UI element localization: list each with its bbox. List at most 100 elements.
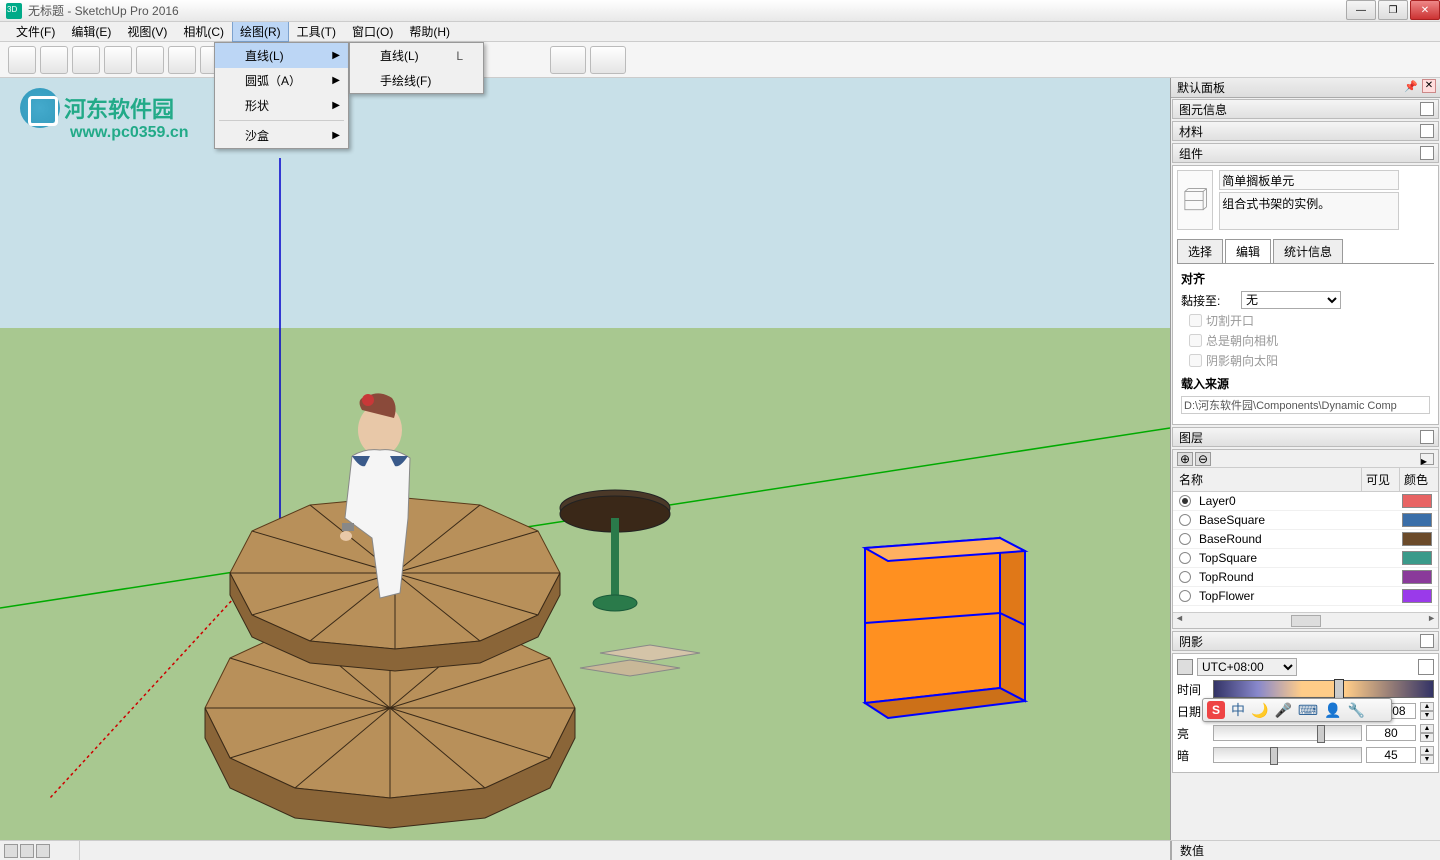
section-component[interactable]: 组件: [1172, 143, 1439, 163]
maximize-button[interactable]: ❐: [1378, 0, 1408, 20]
viewport-3d[interactable]: 河东软件园 www.pc0359.cn: [0, 78, 1170, 860]
menu-edit[interactable]: 编辑(E): [63, 21, 119, 42]
delete-layer-button[interactable]: ⊖: [1195, 452, 1211, 466]
menu-help[interactable]: 帮助(H): [401, 21, 458, 42]
sogou-logo-icon: S: [1207, 701, 1225, 719]
tab-select[interactable]: 选择: [1177, 239, 1223, 263]
layer-radio[interactable]: [1179, 514, 1191, 526]
date-spinner[interactable]: ▲▼: [1420, 702, 1434, 720]
bright-label: 亮: [1177, 725, 1209, 742]
dark-label: 暗: [1177, 747, 1209, 764]
layer-radio[interactable]: [1179, 533, 1191, 545]
layer-row[interactable]: TopRound: [1173, 568, 1438, 587]
layer-color-swatch[interactable]: [1402, 513, 1432, 527]
submenu-item-freehand[interactable]: 手绘线(F): [350, 68, 483, 93]
dropdown-item-sandbox[interactable]: 沙盒▶: [215, 123, 348, 148]
tool-button[interactable]: [104, 46, 132, 74]
timezone-select[interactable]: UTC+08:00: [1197, 658, 1297, 676]
ime-mic-icon[interactable]: 🎤: [1274, 702, 1291, 719]
layer-row[interactable]: TopFlower: [1173, 587, 1438, 606]
section-material[interactable]: 材料: [1172, 121, 1439, 141]
app-icon: [6, 3, 22, 19]
add-layer-button[interactable]: ⊕: [1177, 452, 1193, 466]
load-path-input[interactable]: [1181, 396, 1430, 414]
layer-radio[interactable]: [1179, 495, 1191, 507]
close-button[interactable]: ✕: [1410, 0, 1440, 20]
component-thumbnail: [1177, 170, 1213, 230]
menu-tools[interactable]: 工具(T): [289, 21, 344, 42]
tool-button[interactable]: [550, 46, 586, 74]
component-panel: 选择 编辑 统计信息 对齐 黏接至: 无 切割开口 总是朝向相机 阴影朝向太阳 …: [1172, 165, 1439, 425]
col-header-name[interactable]: 名称: [1173, 468, 1362, 491]
layer-color-swatch[interactable]: [1402, 551, 1432, 565]
dropdown-item-shape[interactable]: 形状▶: [215, 93, 348, 118]
dropdown-item-arc[interactable]: 圆弧（A）▶: [215, 68, 348, 93]
tool-button[interactable]: [8, 46, 36, 74]
tab-edit[interactable]: 编辑: [1225, 239, 1271, 263]
time-slider[interactable]: [1213, 680, 1434, 698]
minimize-button[interactable]: —: [1346, 0, 1376, 20]
section-shadow[interactable]: 阴影: [1172, 631, 1439, 651]
component-desc-input[interactable]: [1219, 192, 1399, 230]
section-layers[interactable]: 图层: [1172, 427, 1439, 447]
section-entity-info[interactable]: 图元信息: [1172, 99, 1439, 119]
measurement-input[interactable]: [1210, 844, 1432, 858]
submenu-item-line[interactable]: 直线(L)L: [350, 43, 483, 68]
tool-button[interactable]: [72, 46, 100, 74]
status-button[interactable]: [4, 844, 18, 858]
layer-row[interactable]: Layer0: [1173, 492, 1438, 511]
tool-button[interactable]: [40, 46, 68, 74]
shadow-toggle-button[interactable]: [1177, 659, 1193, 675]
tool-button[interactable]: [168, 46, 196, 74]
shadow-options-button[interactable]: [1418, 659, 1434, 675]
status-button[interactable]: [36, 844, 50, 858]
glue-select[interactable]: 无: [1241, 291, 1341, 309]
darkness-slider[interactable]: [1213, 747, 1362, 763]
status-button[interactable]: [20, 844, 34, 858]
brightness-input[interactable]: [1366, 725, 1416, 741]
layer-color-swatch[interactable]: [1402, 494, 1432, 508]
tool-button[interactable]: [136, 46, 164, 74]
layer-name: BaseSquare: [1199, 513, 1402, 527]
brightness-slider[interactable]: [1213, 725, 1362, 741]
menu-window[interactable]: 窗口(O): [344, 21, 401, 42]
ime-mode-icon[interactable]: 中: [1231, 700, 1245, 720]
layer-row[interactable]: TopSquare: [1173, 549, 1438, 568]
pin-icon[interactable]: 📌: [1404, 80, 1418, 93]
darkness-input[interactable]: [1366, 747, 1416, 763]
menu-camera[interactable]: 相机(C): [175, 21, 232, 42]
time-label: 时间: [1177, 681, 1209, 698]
ime-keyboard-icon[interactable]: ⌨: [1298, 702, 1318, 719]
menu-draw[interactable]: 绘图(R): [232, 21, 289, 42]
layer-row[interactable]: BaseSquare: [1173, 511, 1438, 530]
ime-toolbar[interactable]: S 中 🌙 🎤 ⌨ 👤 🔧: [1202, 698, 1392, 722]
horizontal-scrollbar[interactable]: [1173, 612, 1438, 628]
layer-radio[interactable]: [1179, 552, 1191, 564]
layer-radio[interactable]: [1179, 590, 1191, 602]
layer-row[interactable]: BaseRound: [1173, 530, 1438, 549]
ime-settings-icon[interactable]: 🔧: [1348, 702, 1365, 719]
layer-color-swatch[interactable]: [1402, 570, 1432, 584]
window-title: 无标题 - SketchUp Pro 2016: [28, 2, 179, 19]
tab-stats[interactable]: 统计信息: [1273, 239, 1343, 263]
col-header-color[interactable]: 颜色: [1400, 468, 1438, 491]
component-name-input[interactable]: [1219, 170, 1399, 190]
layer-radio[interactable]: [1179, 571, 1191, 583]
menu-file[interactable]: 文件(F): [8, 21, 63, 42]
tool-button[interactable]: [590, 46, 626, 74]
layer-menu-button[interactable]: ▸: [1420, 453, 1434, 465]
draw-dropdown: 直线(L)▶ 圆弧（A）▶ 形状▶ 沙盒▶: [214, 42, 349, 149]
close-panel-button[interactable]: ✕: [1422, 79, 1436, 93]
col-header-visible[interactable]: 可见: [1362, 468, 1400, 491]
panel-header-default: 默认面板 📌 ✕: [1171, 78, 1440, 98]
dropdown-item-line[interactable]: 直线(L)▶: [215, 43, 348, 68]
layer-color-swatch[interactable]: [1402, 532, 1432, 546]
layer-color-swatch[interactable]: [1402, 589, 1432, 603]
menu-bar: 文件(F) 编辑(E) 视图(V) 相机(C) 绘图(R) 工具(T) 窗口(O…: [0, 22, 1440, 42]
scene-canvas: [0, 78, 1170, 860]
ime-moon-icon[interactable]: 🌙: [1251, 702, 1268, 719]
menu-view[interactable]: 视图(V): [119, 21, 175, 42]
brightness-spinner[interactable]: ▲▼: [1420, 724, 1434, 742]
ime-user-icon[interactable]: 👤: [1324, 702, 1341, 719]
darkness-spinner[interactable]: ▲▼: [1420, 746, 1434, 764]
